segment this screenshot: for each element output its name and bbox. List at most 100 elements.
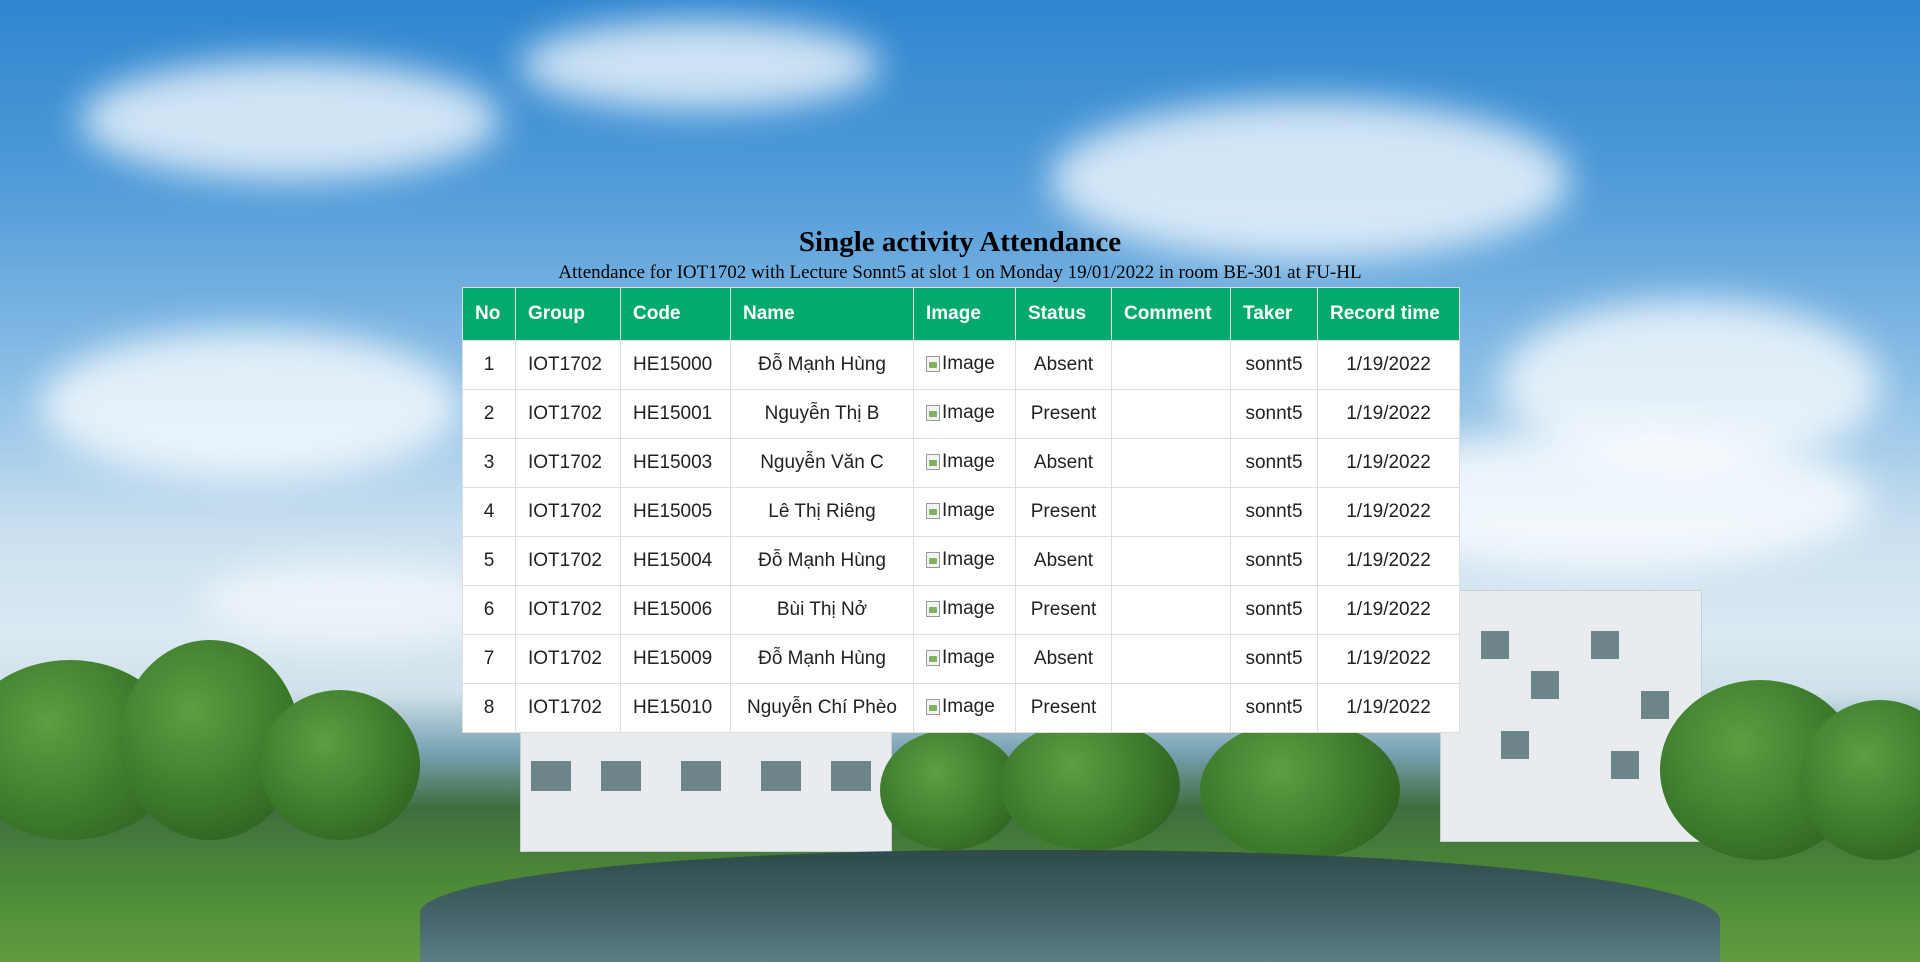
cell-status: Present — [1015, 683, 1112, 733]
table-header-row: No Group Code Name Image Status Comment … — [462, 287, 1460, 341]
cloud — [520, 20, 880, 110]
cell-taker: sonnt5 — [1230, 389, 1318, 439]
table-row: 4 IOT1702 HE15005 Lê Thị Riêng Image Pre… — [462, 487, 1460, 537]
cell-taker: sonnt5 — [1230, 340, 1318, 390]
cell-code: HE15006 — [620, 585, 731, 635]
cloud — [200, 560, 500, 640]
cloud — [80, 60, 500, 180]
table-row: 7 IOT1702 HE15009 Đỗ Mạnh Hùng Image Abs… — [462, 634, 1460, 684]
cell-group: IOT1702 — [515, 438, 621, 488]
table-row: 2 IOT1702 HE15001 Nguyễn Thị B Image Pre… — [462, 389, 1460, 439]
image-placeholder-icon — [926, 600, 940, 617]
image-placeholder-icon — [926, 502, 940, 519]
broken-image-icon: Image — [926, 549, 995, 571]
image-placeholder-icon — [926, 698, 940, 715]
cell-record-time: 1/19/2022 — [1317, 487, 1460, 537]
building — [520, 730, 892, 852]
cell-image: Image — [913, 438, 1016, 488]
cell-code: HE15004 — [620, 536, 731, 586]
cell-taker: sonnt5 — [1230, 536, 1318, 586]
cell-name: Nguyễn Chí Phèo — [730, 683, 914, 733]
column-header-no: No — [462, 287, 516, 341]
column-header-comment: Comment — [1111, 287, 1231, 341]
broken-image-icon: Image — [926, 647, 995, 669]
image-alt-text: Image — [942, 695, 995, 717]
broken-image-icon: Image — [926, 696, 995, 718]
table-row: 1 IOT1702 HE15000 Đỗ Mạnh Hùng Image Abs… — [462, 340, 1460, 390]
tree — [1200, 720, 1400, 860]
cell-name: Đỗ Mạnh Hùng — [730, 634, 914, 684]
cell-name: Đỗ Mạnh Hùng — [730, 536, 914, 586]
cell-image: Image — [913, 536, 1016, 586]
cell-comment — [1111, 536, 1231, 586]
broken-image-icon: Image — [926, 402, 995, 424]
cell-group: IOT1702 — [515, 389, 621, 439]
cell-code: HE15003 — [620, 438, 731, 488]
attendance-table: No Group Code Name Image Status Comment … — [462, 287, 1460, 733]
cell-status: Absent — [1015, 634, 1112, 684]
cell-group: IOT1702 — [515, 634, 621, 684]
cell-image: Image — [913, 389, 1016, 439]
cell-group: IOT1702 — [515, 536, 621, 586]
cell-no: 6 — [462, 585, 516, 635]
broken-image-icon: Image — [926, 598, 995, 620]
column-header-status: Status — [1015, 287, 1112, 341]
image-placeholder-icon — [926, 404, 940, 421]
lake — [420, 850, 1720, 962]
cell-taker: sonnt5 — [1230, 585, 1318, 635]
cell-record-time: 1/19/2022 — [1317, 340, 1460, 390]
cell-no: 8 — [462, 683, 516, 733]
cell-status: Present — [1015, 487, 1112, 537]
cell-name: Nguyễn Văn C — [730, 438, 914, 488]
image-placeholder-icon — [926, 649, 940, 666]
cell-status: Present — [1015, 389, 1112, 439]
cell-record-time: 1/19/2022 — [1317, 438, 1460, 488]
broken-image-icon: Image — [926, 500, 995, 522]
page-title: Single activity Attendance — [798, 226, 1122, 258]
cell-code: HE15005 — [620, 487, 731, 537]
cell-code: HE15000 — [620, 340, 731, 390]
cell-status: Absent — [1015, 536, 1112, 586]
cell-comment — [1111, 340, 1231, 390]
cell-no: 2 — [462, 389, 516, 439]
column-header-group: Group — [515, 287, 621, 341]
cell-image: Image — [913, 487, 1016, 537]
cell-name: Bùi Thị Nở — [730, 585, 914, 635]
table-row: 3 IOT1702 HE15003 Nguyễn Văn C Image Abs… — [462, 438, 1460, 488]
cell-no: 7 — [462, 634, 516, 684]
cell-image: Image — [913, 634, 1016, 684]
column-header-record-time: Record time — [1317, 287, 1460, 341]
image-alt-text: Image — [942, 597, 995, 619]
tree — [880, 730, 1020, 850]
broken-image-icon: Image — [926, 451, 995, 473]
column-header-image: Image — [913, 287, 1016, 341]
cell-comment — [1111, 487, 1231, 537]
cell-code: HE15010 — [620, 683, 731, 733]
cell-no: 5 — [462, 536, 516, 586]
cell-image: Image — [913, 585, 1016, 635]
image-placeholder-icon — [926, 453, 940, 470]
cell-record-time: 1/19/2022 — [1317, 634, 1460, 684]
building — [1440, 590, 1702, 842]
cell-status: Absent — [1015, 438, 1112, 488]
cell-status: Present — [1015, 585, 1112, 635]
table-row: 8 IOT1702 HE15010 Nguyễn Chí Phèo Image … — [462, 683, 1460, 733]
page-subtitle: Attendance for IOT1702 with Lecture Sonn… — [558, 262, 1362, 283]
cell-taker: sonnt5 — [1230, 634, 1318, 684]
column-header-code: Code — [620, 287, 731, 341]
cell-group: IOT1702 — [515, 487, 621, 537]
cell-comment — [1111, 389, 1231, 439]
cell-name: Nguyễn Thị B — [730, 389, 914, 439]
image-alt-text: Image — [942, 352, 995, 374]
table-row: 6 IOT1702 HE15006 Bùi Thị Nở Image Prese… — [462, 585, 1460, 635]
cell-group: IOT1702 — [515, 585, 621, 635]
cell-status: Absent — [1015, 340, 1112, 390]
cell-image: Image — [913, 340, 1016, 390]
image-alt-text: Image — [942, 548, 995, 570]
cell-no: 3 — [462, 438, 516, 488]
tree — [1000, 720, 1180, 850]
cell-name: Đỗ Mạnh Hùng — [730, 340, 914, 390]
cell-record-time: 1/19/2022 — [1317, 536, 1460, 586]
image-placeholder-icon — [926, 551, 940, 568]
cell-taker: sonnt5 — [1230, 683, 1318, 733]
